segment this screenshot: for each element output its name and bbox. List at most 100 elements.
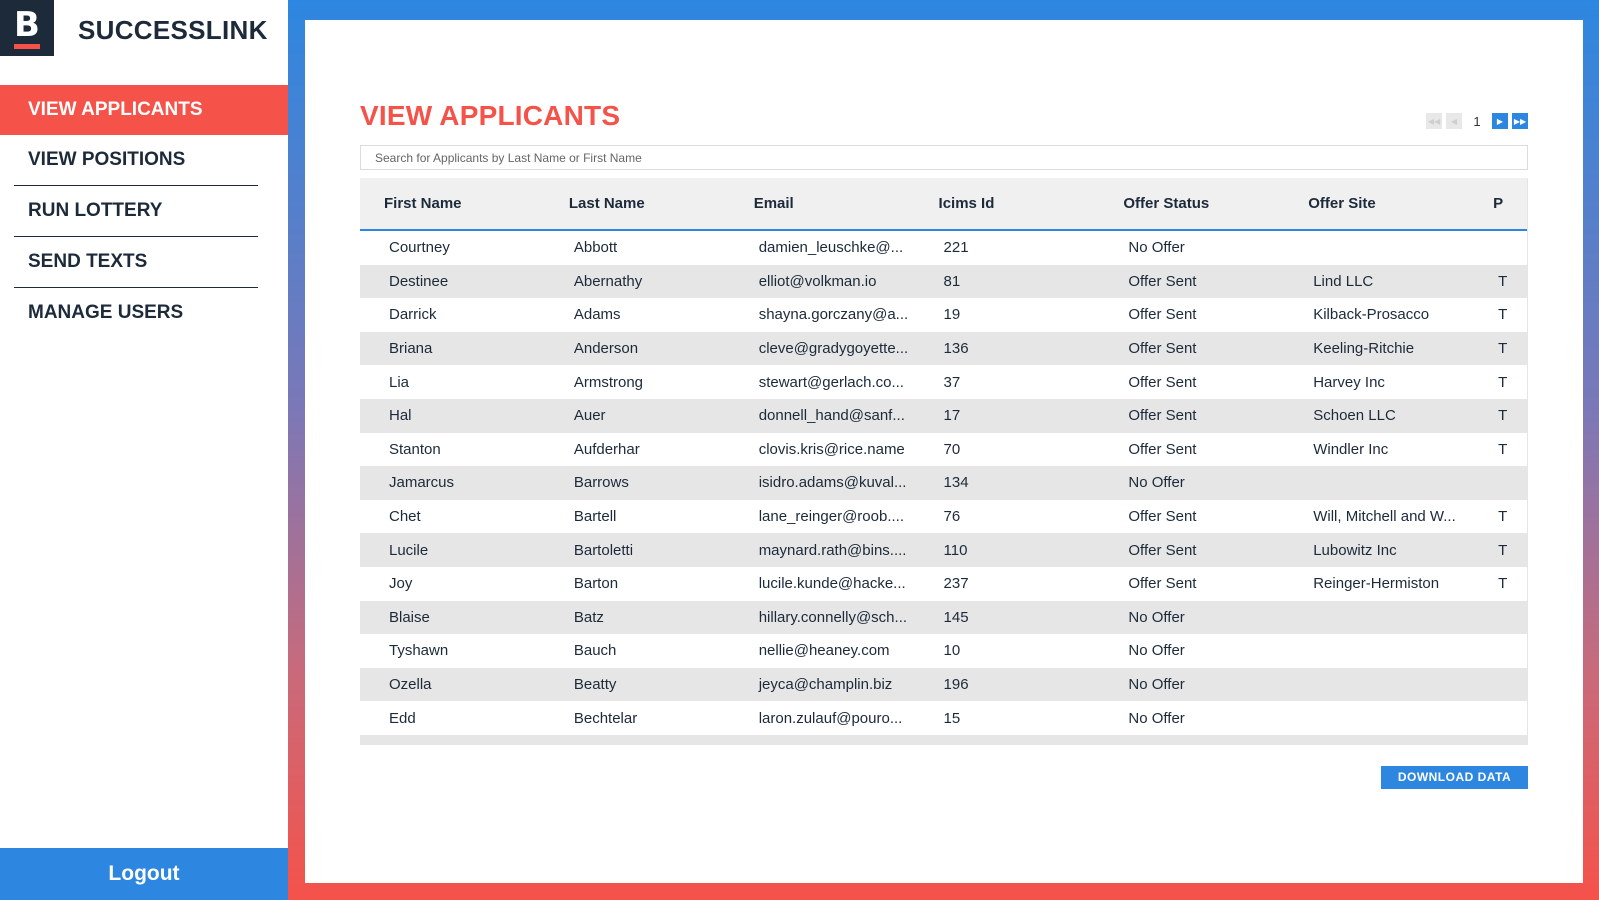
cell-first-name: Chet <box>389 508 421 526</box>
cell-last-name: Beatty <box>573 676 617 694</box>
download-data-button[interactable]: DOWNLOAD DATA <box>1381 766 1528 789</box>
table-row[interactable]: Jamarcus Barrows isidro.adams@kuval... 134 N… <box>360 466 1527 500</box>
cell-offer-site: Will, Mitchell and W... <box>1313 508 1456 526</box>
cell-first-name: Courtney <box>389 239 450 257</box>
cell-partial: T <box>1498 575 1508 593</box>
cell-email: lane_reinger@roob.... <box>758 508 904 526</box>
cell-icims-id: 37 <box>943 373 961 391</box>
column-header-offer-site[interactable]: Offer Site <box>1284 195 1469 212</box>
table-row[interactable]: Destinee Abernathy elliot@volkman.io 81 Offe… <box>360 264 1527 299</box>
sidebar-item-view-positions[interactable]: VIEW POSITIONS <box>0 135 288 185</box>
cell-last-name: Barton <box>573 575 619 593</box>
table-row[interactable]: Tyshawn Bauch nellie@heaney.com 10 No Offer <box>360 634 1527 668</box>
cell-last-name: Anderson <box>573 340 639 358</box>
cell-first-name: Ozella <box>389 676 432 694</box>
column-header-email[interactable]: Email <box>730 195 915 212</box>
table-row[interactable]: Lucile Bartoletti maynard.rath@bins.... 110… <box>360 533 1527 567</box>
cell-offer-status: Offer Sent <box>1128 508 1197 526</box>
sidebar-item-run-lottery[interactable]: RUN LOTTERY <box>0 186 288 236</box>
logo-underline <box>14 43 40 49</box>
content-panel: VIEW APPLICANTS ◀◀ ◀ 1 ▶ ▶▶ First Name L… <box>305 20 1583 883</box>
cell-icims-id: 110 <box>943 541 968 559</box>
logout-button[interactable]: Logout <box>0 848 288 900</box>
search-input[interactable] <box>360 145 1528 170</box>
applicants-table: First Name Last Name Email Icims Id Offe… <box>360 178 1528 745</box>
cell-first-name: Edd <box>389 709 416 727</box>
column-header-first-name[interactable]: First Name <box>360 195 545 212</box>
column-header-last-name[interactable]: Last Name <box>545 195 730 212</box>
cell-last-name: Abernathy <box>573 272 643 290</box>
sidebar-item-send-texts[interactable]: SEND TEXTS <box>0 237 288 287</box>
cell-email: lucile.kunde@hacke... <box>758 575 906 593</box>
cell-icims-id: 134 <box>943 474 969 492</box>
sidebar-item-manage-users[interactable]: MANAGE USERS <box>0 288 288 338</box>
cell-icims-id: 81 <box>943 272 961 290</box>
cell-offer-status: No Offer <box>1128 642 1185 660</box>
cell-email: hillary.connelly@sch... <box>758 608 908 626</box>
table-row[interactable]: Darrick Adams shayna.gorczany@a... 19 Offer … <box>360 298 1527 332</box>
column-header-icims-id[interactable]: Icims Id <box>915 195 1100 212</box>
cell-offer-status: Offer Sent <box>1128 340 1197 358</box>
brand-name: SUCCESSLINK <box>78 15 268 45</box>
cell-icims-id: 10 <box>943 642 961 660</box>
cell-first-name: Jamarcus <box>389 474 455 492</box>
brand-logo[interactable]: B <box>0 0 54 56</box>
cell-offer-site: Reinger-Hermiston <box>1313 575 1440 593</box>
last-page-icon[interactable]: ▶▶ <box>1512 113 1528 129</box>
cell-first-name: Briana <box>389 340 433 358</box>
cell-partial: T <box>1498 373 1508 391</box>
cell-partial: T <box>1498 541 1508 559</box>
cell-partial: T <box>1498 306 1508 324</box>
cell-offer-status: Offer Sent <box>1128 440 1197 458</box>
cell-icims-id: 237 <box>943 575 969 593</box>
column-header-offer-status[interactable]: Offer Status <box>1099 195 1284 212</box>
table-row[interactable]: Chet Bartell lane_reinger@roob.... 76 Offer … <box>360 499 1527 534</box>
pagination: ◀◀ ◀ 1 ▶ ▶▶ <box>1426 113 1528 129</box>
table-row[interactable]: Blaise Batz hillary.connelly@sch... 145 No O… <box>360 600 1527 635</box>
next-page-icon[interactable]: ▶ <box>1492 113 1508 129</box>
cell-email: damien_leuschke@... <box>758 239 904 257</box>
table-row[interactable]: Joy Barton lucile.kunde@hacke... 237 Offer S… <box>360 566 1527 601</box>
table-row[interactable]: Ozella Beatty jeyca@champlin.biz 196 No Offe… <box>360 667 1527 702</box>
cell-icims-id: 19 <box>943 306 961 324</box>
cell-last-name: Bartell <box>573 508 617 526</box>
table-row[interactable]: Lia Armstrong stewart@gerlach.co... 37 Offer… <box>360 365 1527 399</box>
cell-first-name: Lia <box>389 373 410 391</box>
prev-page-icon[interactable]: ◀ <box>1446 113 1462 129</box>
cell-first-name: Hal <box>389 407 412 425</box>
cell-last-name: Armstrong <box>573 373 644 391</box>
cell-partial: T <box>1498 272 1508 290</box>
sidebar-item-view-applicants[interactable]: VIEW APPLICANTS <box>0 85 288 135</box>
cell-first-name: Blaise <box>389 608 430 626</box>
cell-last-name: Abbott <box>573 239 618 257</box>
cell-last-name: Auer <box>573 407 606 425</box>
table-header: First Name Last Name Email Icims Id Offe… <box>360 178 1527 231</box>
cell-email: clovis.kris@rice.name <box>758 440 905 458</box>
cell-icims-id: 221 <box>943 239 969 257</box>
table-row[interactable]: Edd Bechtelar laron.zulauf@pouro... 15 No Of… <box>360 701 1527 735</box>
cell-icims-id: 17 <box>943 407 961 425</box>
cell-partial: T <box>1498 440 1508 458</box>
main-frame: VIEW APPLICANTS ◀◀ ◀ 1 ▶ ▶▶ First Name L… <box>288 0 1599 900</box>
cell-email: jeyca@champlin.biz <box>758 676 893 694</box>
cell-offer-status: No Offer <box>1128 608 1185 626</box>
brand: B SUCCESSLINK <box>0 0 288 85</box>
cell-offer-site: Lubowitz Inc <box>1313 541 1397 559</box>
cell-offer-status: Offer Sent <box>1128 272 1197 290</box>
table-row[interactable]: Courtney Abbott damien_leuschke@... 221 No O… <box>360 231 1527 265</box>
cell-offer-status: No Offer <box>1128 709 1185 727</box>
table-row[interactable]: Stanton Aufderhar clovis.kris@rice.name 70 O… <box>360 432 1527 467</box>
cell-offer-status: No Offer <box>1128 239 1185 257</box>
cell-icims-id: 15 <box>943 709 961 727</box>
first-page-icon[interactable]: ◀◀ <box>1426 113 1442 129</box>
cell-icims-id: 76 <box>943 508 961 526</box>
cell-partial: T <box>1498 340 1508 358</box>
cell-icims-id: 196 <box>943 676 969 694</box>
cell-icims-id: 145 <box>943 608 969 626</box>
table-row[interactable]: Briana Anderson cleve@gradygoyette... 136 Of… <box>360 331 1527 366</box>
cell-last-name: Aufderhar <box>573 440 640 458</box>
cell-first-name: Darrick <box>389 306 437 324</box>
table-row[interactable]: Hal Auer donnell_hand@sanf... 17 Offer Sent S… <box>360 398 1527 433</box>
table-row[interactable] <box>360 734 1527 745</box>
column-header-partial[interactable]: P <box>1469 195 1527 212</box>
